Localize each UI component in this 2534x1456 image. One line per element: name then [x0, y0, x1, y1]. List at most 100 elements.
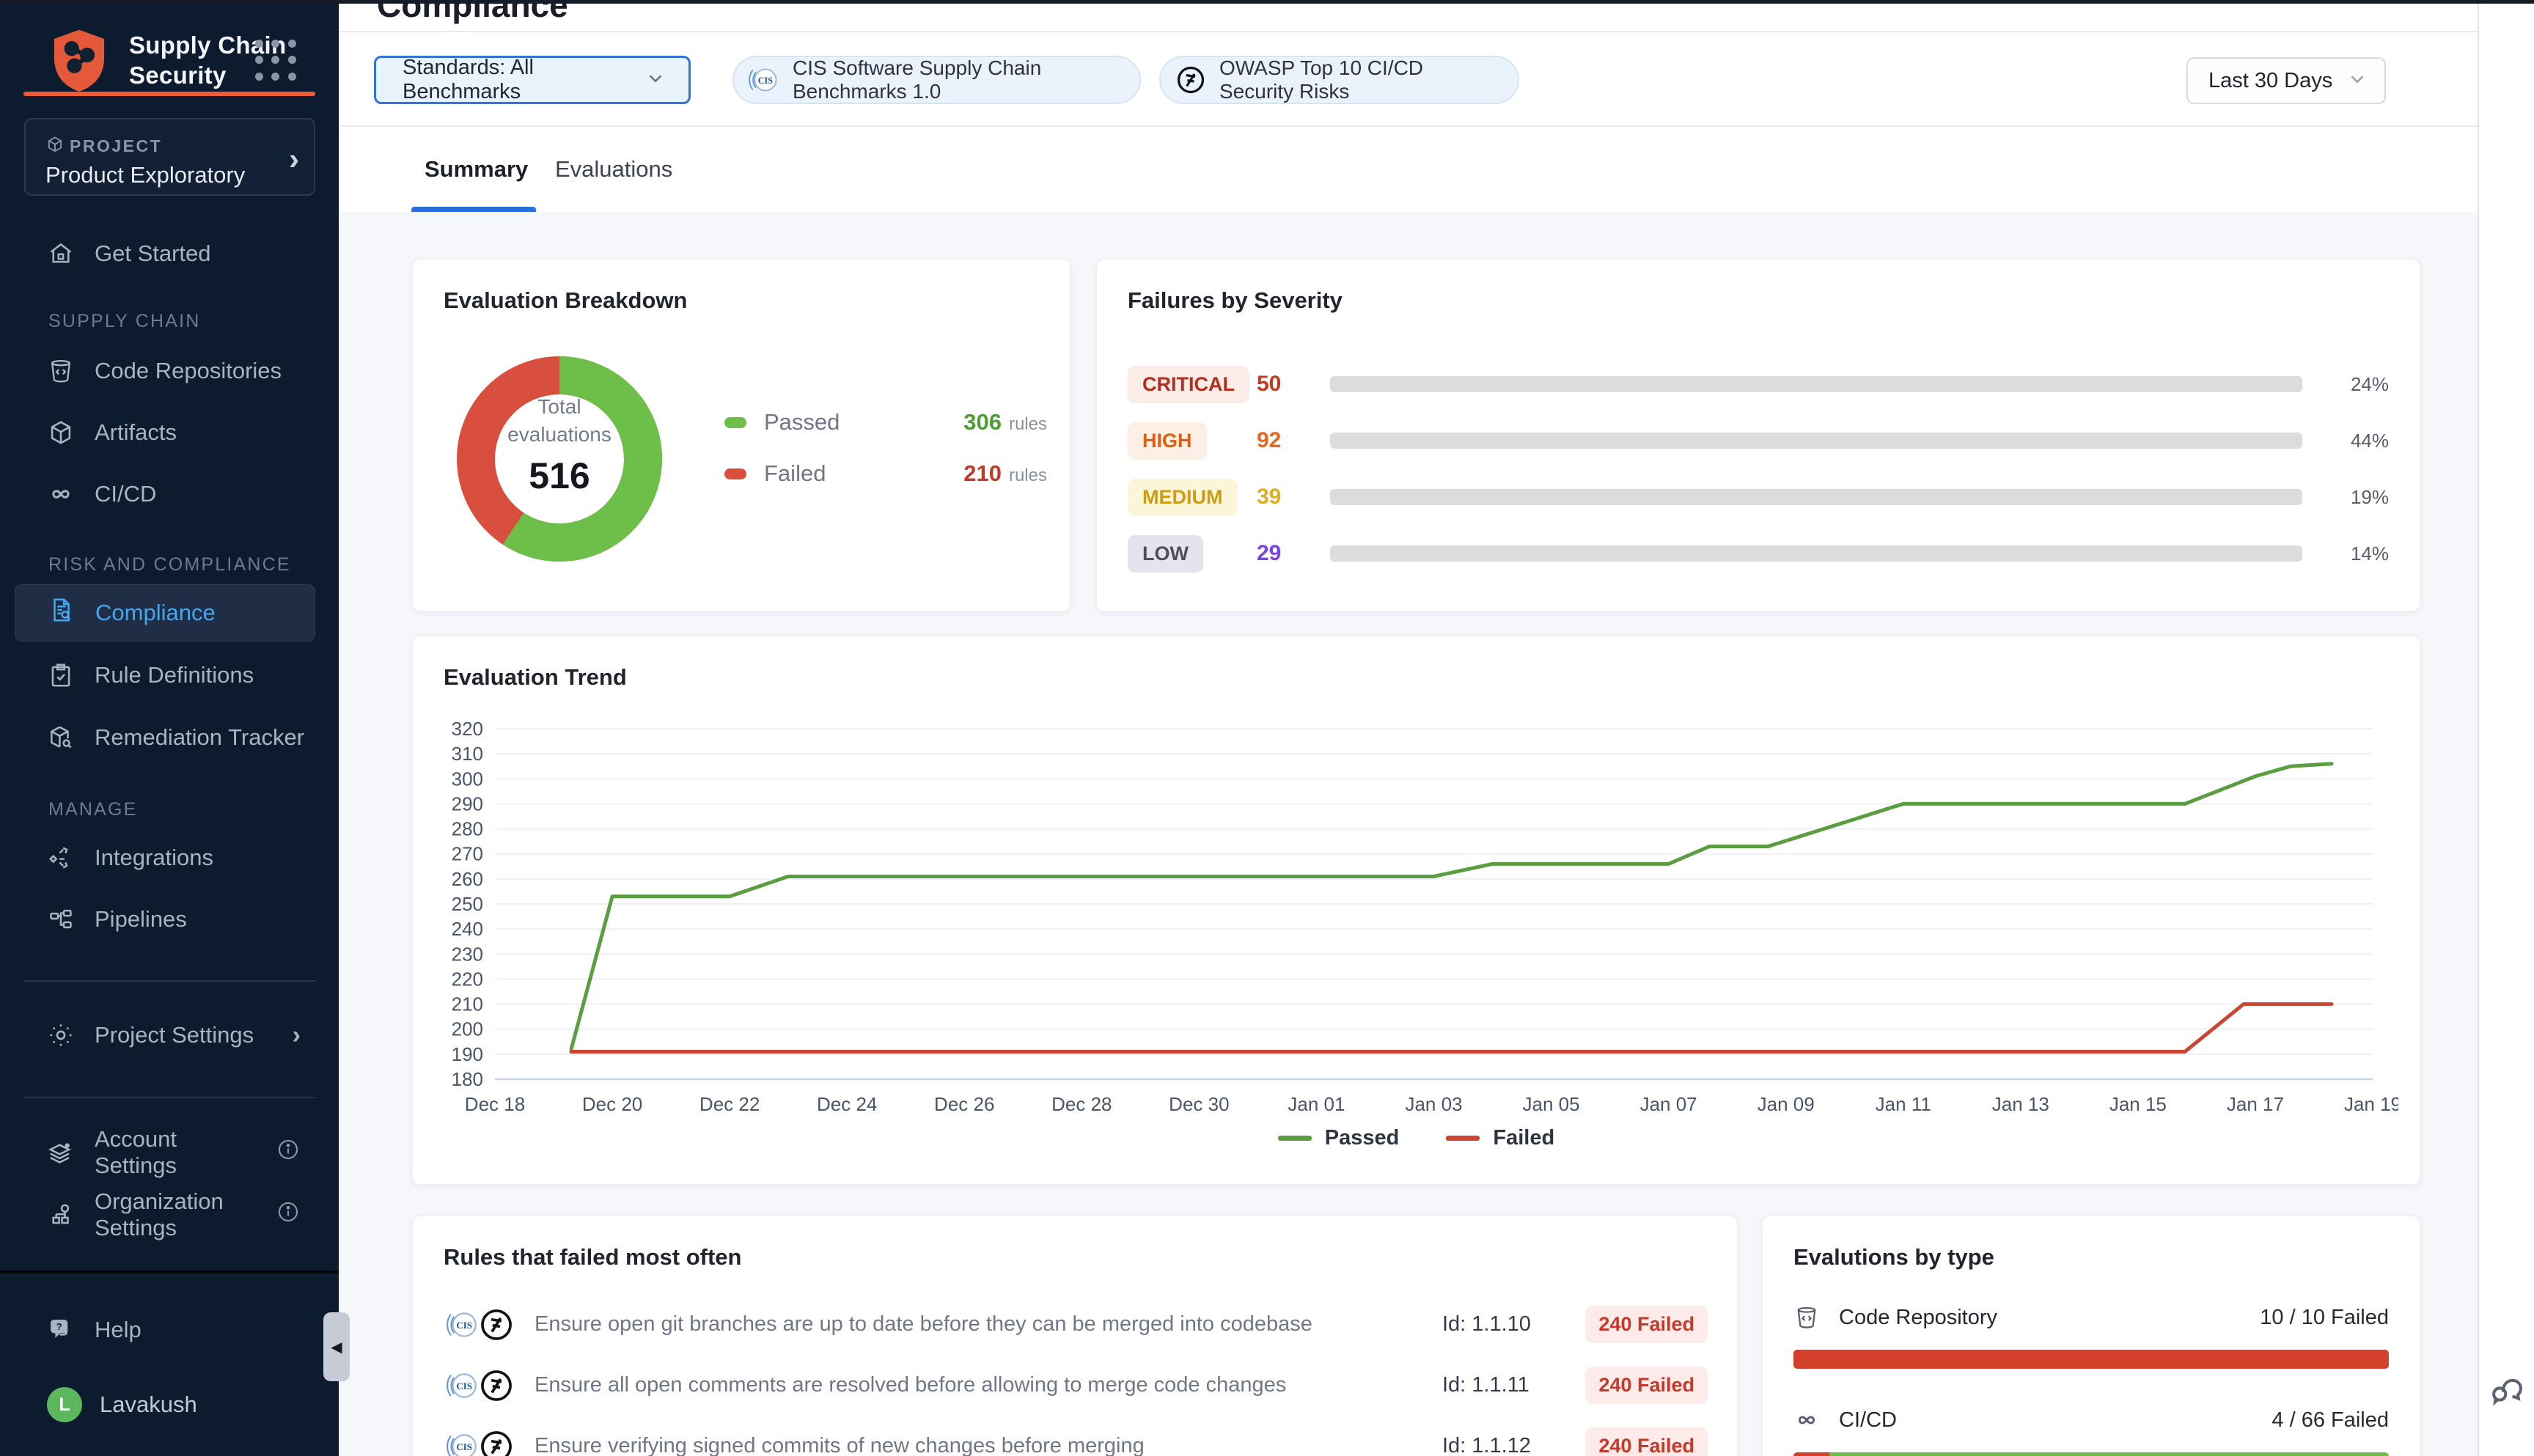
svg-text:Jan 17: Jan 17 [2227, 1093, 2284, 1115]
svg-text:Jan 19: Jan 19 [2344, 1093, 2398, 1115]
severity-row-low: LOW2914% [1128, 530, 2389, 577]
rule-text: Ensure all open comments are resolved be… [535, 1373, 1442, 1397]
svg-text:180: 180 [452, 1068, 483, 1090]
sidebar-item-integrations[interactable]: Integrations [0, 837, 339, 878]
svg-text:Dec 26: Dec 26 [934, 1093, 994, 1115]
svg-text:210: 210 [452, 993, 483, 1015]
app-logo[interactable]: Supply Chain Security [47, 26, 286, 94]
svg-text:Dec 22: Dec 22 [699, 1093, 760, 1115]
svg-text:190: 190 [452, 1043, 483, 1065]
severity-percent: 19% [2332, 486, 2389, 509]
sidebar-item-get-started[interactable]: Get Started [0, 233, 339, 274]
rule-rows: CISEnsure open git branches are up to da… [444, 1294, 1708, 1456]
sidebar-item-artifacts[interactable]: Artifacts [0, 412, 339, 453]
rule-row[interactable]: CISEnsure open git branches are up to da… [444, 1294, 1708, 1355]
svg-text:Dec 24: Dec 24 [817, 1093, 877, 1115]
svg-text:Jan 09: Jan 09 [1758, 1093, 1815, 1115]
rule-row[interactable]: CISEnsure all open comments are resolved… [444, 1355, 1708, 1416]
severity-count: 50 [1257, 372, 1330, 397]
benchmark-chip-cis[interactable]: CIS CIS Software Supply Chain Benchmarks… [732, 56, 1141, 104]
gear-icon [47, 1021, 75, 1049]
svg-text:Jan 03: Jan 03 [1405, 1093, 1462, 1115]
sidebar-item-organization-settings[interactable]: Organization Settings [0, 1194, 339, 1235]
type-failed-ratio: 10 / 10 Failed [2260, 1306, 2389, 1330]
sidebar-item-project-settings[interactable]: Project Settings› [0, 1015, 339, 1056]
legend-item-failed: Failed210rules [724, 456, 1047, 491]
total-evaluations-value: 516 [442, 455, 677, 497]
sidebar-divider [23, 980, 315, 982]
severity-row-high: HIGH9244% [1128, 417, 2389, 464]
sidebar-item-rule-definitions[interactable]: Rule Definitions [0, 655, 339, 696]
project-selector[interactable]: PROJECT Product Exploratory › [24, 118, 315, 196]
sidebar-item-account-settings[interactable]: Account Settings [0, 1132, 339, 1173]
chat-launcher-icon[interactable] [2488, 1368, 2527, 1408]
summary-content: Evaluation Breakdown Total evaluations 5… [339, 212, 2478, 1456]
donut-legend: Passed306rulesFailed210rules [724, 405, 1047, 507]
project-eyebrow: PROJECT [70, 136, 162, 156]
rule-id: Id: 1.1.11 [1442, 1373, 1582, 1397]
sidebar-item-label: Pipelines [95, 906, 187, 933]
project-name: Product Exploratory [45, 162, 245, 188]
brand-accent-divider [23, 92, 315, 96]
severity-count: 29 [1257, 541, 1330, 566]
svg-text:230: 230 [452, 943, 483, 965]
sidebar-divider [23, 1097, 315, 1098]
rule-id: Id: 1.1.12 [1442, 1434, 1582, 1456]
card-evaluation-trend: Evaluation Trend 18019020021022023024025… [411, 635, 2421, 1185]
tab-bar: Summary Evaluations [339, 128, 2478, 212]
doc-search-icon [48, 596, 76, 630]
svg-text:260: 260 [452, 868, 483, 890]
rule-id: Id: 1.1.10 [1442, 1312, 1582, 1336]
benchmark-chip-owasp[interactable]: OWASP Top 10 CI/CD Security Risks [1159, 56, 1519, 104]
standards-dropdown-value: Standards: All Benchmarks [403, 56, 644, 104]
severity-row-medium: MEDIUM3919% [1128, 474, 2389, 521]
sidebar-item-compliance[interactable]: Compliance [15, 584, 315, 641]
type-failed-ratio: 4 / 66 Failed [2272, 1408, 2389, 1433]
svg-text:280: 280 [452, 818, 483, 840]
svg-text:220: 220 [452, 968, 483, 990]
module-grid-icon[interactable] [255, 40, 298, 82]
box-wrench-icon [47, 724, 75, 751]
severity-badge: MEDIUM [1128, 479, 1238, 516]
severity-bar [1330, 489, 2302, 505]
sidebar-section-label: RISK AND COMPLIANCE [48, 554, 291, 576]
infinity-icon [47, 480, 75, 508]
rule-row[interactable]: CISEnsure verifying signed commits of ne… [444, 1416, 1708, 1456]
standards-dropdown[interactable]: Standards: All Benchmarks [374, 56, 691, 104]
failed-count-badge: 240 Failed [1585, 1306, 1708, 1343]
legend-item-failed: Failed [1446, 1126, 1554, 1150]
severity-badge: CRITICAL [1128, 366, 1249, 403]
chevron-right-icon: › [289, 141, 299, 177]
app-window: Supply Chain Security PROJECT Product Ex… [0, 0, 2534, 1456]
svg-text:Jan 15: Jan 15 [2109, 1093, 2167, 1115]
svg-text:Jan 07: Jan 07 [1640, 1093, 1697, 1115]
sidebar-item-pipelines[interactable]: Pipelines [0, 899, 339, 940]
layers-gear-icon [47, 1139, 75, 1166]
owasp-logo-icon [477, 1427, 515, 1456]
user-menu[interactable]: L Lavakush [47, 1387, 197, 1422]
tab-summary[interactable]: Summary [425, 156, 528, 183]
severity-badge: LOW [1128, 535, 1203, 573]
sidebar-item-cicd[interactable]: CI/CD [0, 474, 339, 515]
svg-text:Dec 28: Dec 28 [1051, 1093, 1112, 1115]
sidebar-item-label: Project Settings [95, 1022, 254, 1048]
tab-evaluations[interactable]: Evaluations [555, 156, 672, 183]
card-evaluations-by-type: Evalutions by type Code Repository10 / 1… [1761, 1215, 2421, 1456]
sidebar-item-remediation-tracker[interactable]: Remediation Tracker [0, 717, 339, 758]
svg-text:Dec 20: Dec 20 [582, 1093, 642, 1115]
svg-text:Dec 30: Dec 30 [1169, 1093, 1229, 1115]
infinity-icon [1793, 1405, 1826, 1435]
svg-text:290: 290 [452, 793, 483, 815]
type-rows: Code Repository10 / 10 FailedCI/CD4 / 66… [1793, 1298, 2389, 1456]
type-progress-bar [1793, 1350, 2389, 1369]
sidebar-section-label: SUPPLY CHAIN [48, 311, 200, 332]
svg-text:Jan 01: Jan 01 [1288, 1093, 1345, 1115]
sidebar-collapse-handle[interactable]: ◀ [323, 1312, 350, 1381]
owasp-logo-icon [477, 1367, 515, 1405]
donut-center-label: Total evaluations 516 [442, 393, 677, 497]
sidebar-item-code-repositories[interactable]: Code Repositories [0, 350, 339, 391]
date-range-dropdown[interactable]: Last 30 Days [2186, 57, 2386, 104]
cis-logo-icon: CIS [747, 63, 781, 97]
home-icon [47, 240, 75, 268]
sidebar-item-help[interactable]: ?Help [0, 1309, 339, 1350]
